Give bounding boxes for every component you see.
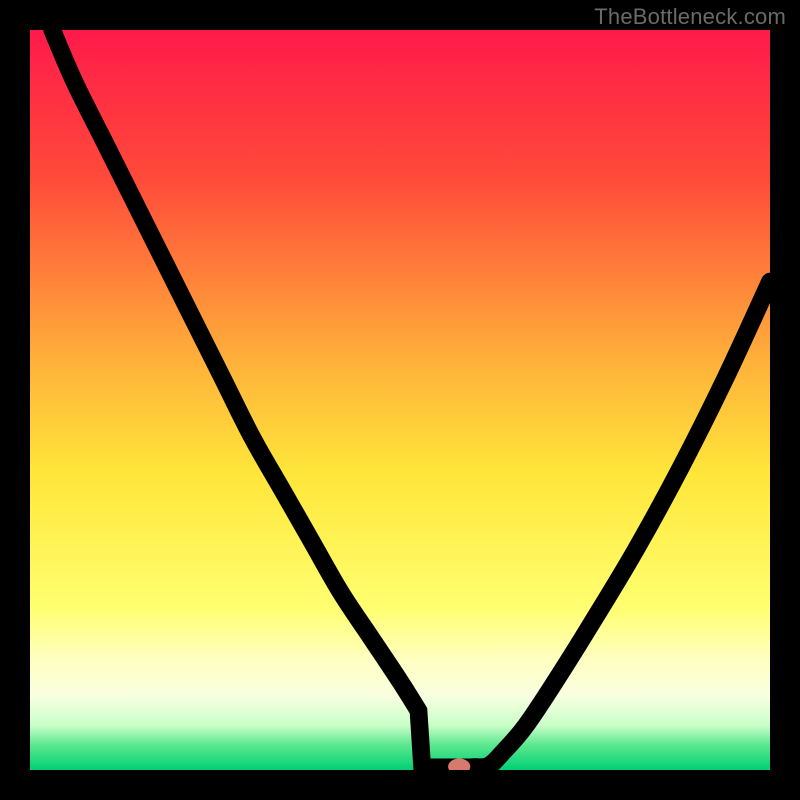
plot-area <box>30 30 770 770</box>
chart-svg <box>30 30 770 770</box>
watermark-text: TheBottleneck.com <box>594 4 786 30</box>
gradient-background <box>30 30 770 770</box>
chart-frame: TheBottleneck.com <box>0 0 800 800</box>
